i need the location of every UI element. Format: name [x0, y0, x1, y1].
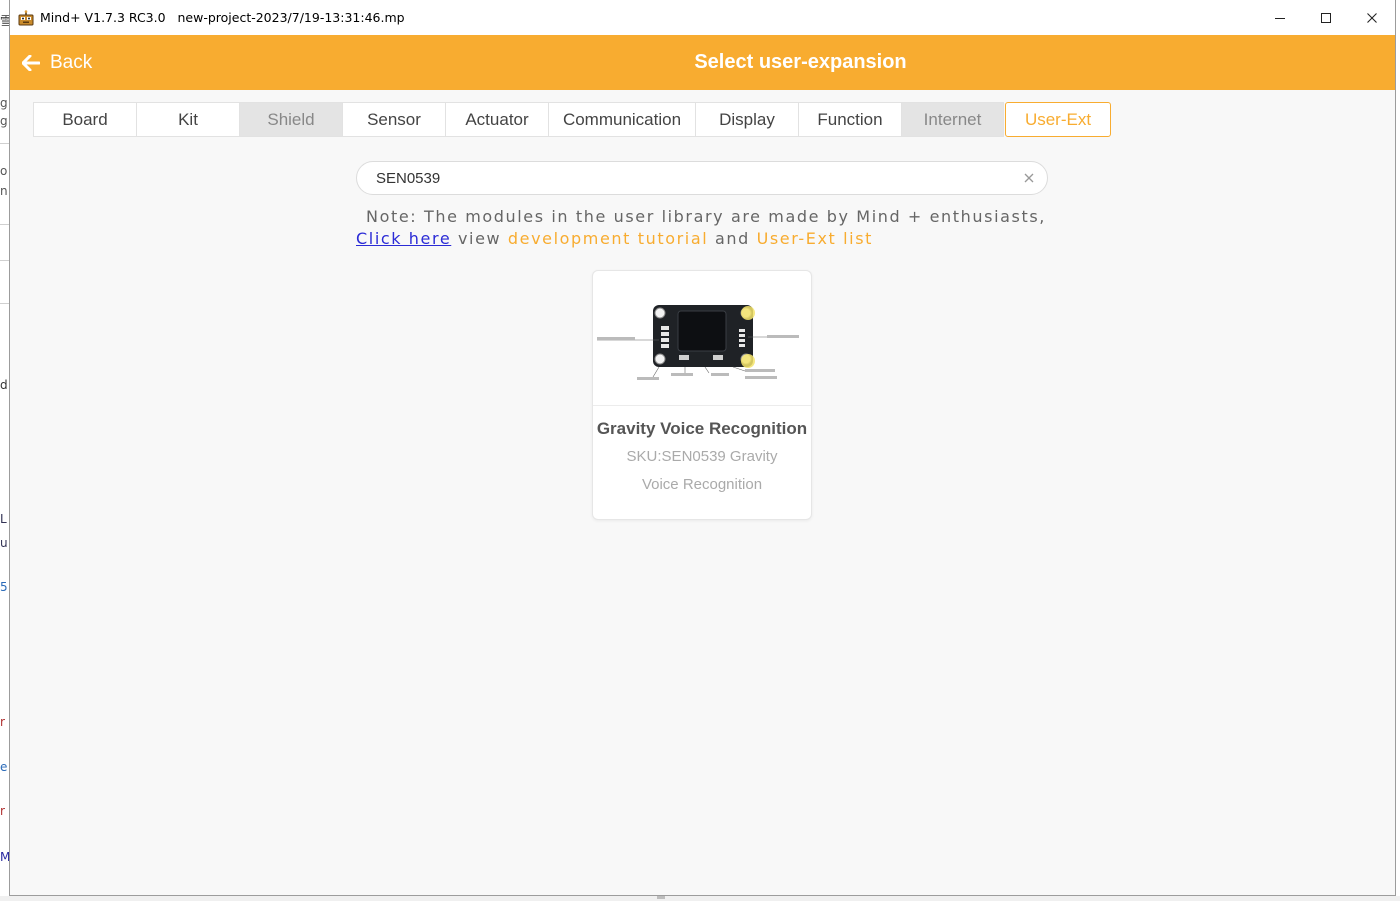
tab-shield[interactable]: Shield — [239, 102, 342, 137]
user-library-note: Note: The modules in the user library ar… — [356, 206, 1056, 250]
search-box — [356, 161, 1048, 195]
user-ext-list-link[interactable]: User-Ext list — [757, 229, 873, 248]
tab-display[interactable]: Display — [695, 102, 798, 137]
click-here-link[interactable]: Click here — [356, 229, 451, 248]
tab-actuator[interactable]: Actuator — [445, 102, 548, 137]
note-and-text: and — [714, 229, 750, 248]
tab-communication[interactable]: Communication — [548, 102, 695, 137]
clear-search-icon[interactable] — [1023, 172, 1035, 184]
window-title-spacer — [166, 10, 178, 25]
note-line-1: Note: The modules in the user library ar… — [366, 207, 1046, 226]
extension-name: Gravity Voice Recognition — [596, 419, 808, 438]
tab-user-ext[interactable]: User-Ext — [1005, 102, 1111, 137]
page-title: Select user-expansion — [694, 51, 907, 73]
window-controls — [1257, 0, 1395, 35]
tab-kit[interactable]: Kit — [136, 102, 239, 137]
window-title-app: Mind+ V1.7.3 RC3.0 — [40, 10, 166, 25]
note-line-2: Click here view development tutorial and… — [356, 228, 1056, 250]
background-window-strip: 雪 g g o n d L u 5 r e r M — [0, 0, 9, 901]
scroll-mark — [657, 896, 665, 899]
extension-card[interactable]: Gravity Voice Recognition SKU:SEN0539 Gr… — [592, 270, 812, 520]
note-view-text: view — [457, 229, 502, 248]
voice-recognition-module-picture — [597, 305, 799, 380]
title-bar[interactable]: Mind+ V1.7.3 RC3.0 new-project-2023/7/19… — [10, 0, 1395, 35]
extension-image — [593, 271, 811, 406]
tab-board[interactable]: Board — [33, 102, 136, 137]
search-input[interactable] — [376, 162, 1006, 194]
maximize-button[interactable] — [1303, 0, 1349, 35]
app-window: Mind+ V1.7.3 RC3.0 new-project-2023/7/19… — [9, 0, 1396, 896]
minimize-icon — [1275, 17, 1285, 19]
tab-function[interactable]: Function — [798, 102, 901, 137]
bottom-edge — [0, 896, 1400, 901]
development-tutorial-link[interactable]: development tutorial — [508, 229, 708, 248]
minimize-button[interactable] — [1257, 0, 1303, 35]
tab-sensor[interactable]: Sensor — [342, 102, 445, 137]
extension-description: SKU:SEN0539 Gravity Voice Recognition — [626, 448, 778, 493]
category-tabs: Board Kit Shield Sensor Actuator Communi… — [33, 102, 1111, 137]
tab-internet[interactable]: Internet — [901, 102, 1004, 137]
mindplus-app-icon — [18, 9, 34, 25]
close-window-button[interactable] — [1349, 0, 1395, 35]
window-title-file: new-project-2023/7/19-13:31:46.mp — [177, 10, 405, 25]
maximize-icon — [1321, 12, 1331, 23]
page-header: Back Select user-expansion — [10, 35, 1395, 90]
close-icon — [1367, 12, 1377, 23]
